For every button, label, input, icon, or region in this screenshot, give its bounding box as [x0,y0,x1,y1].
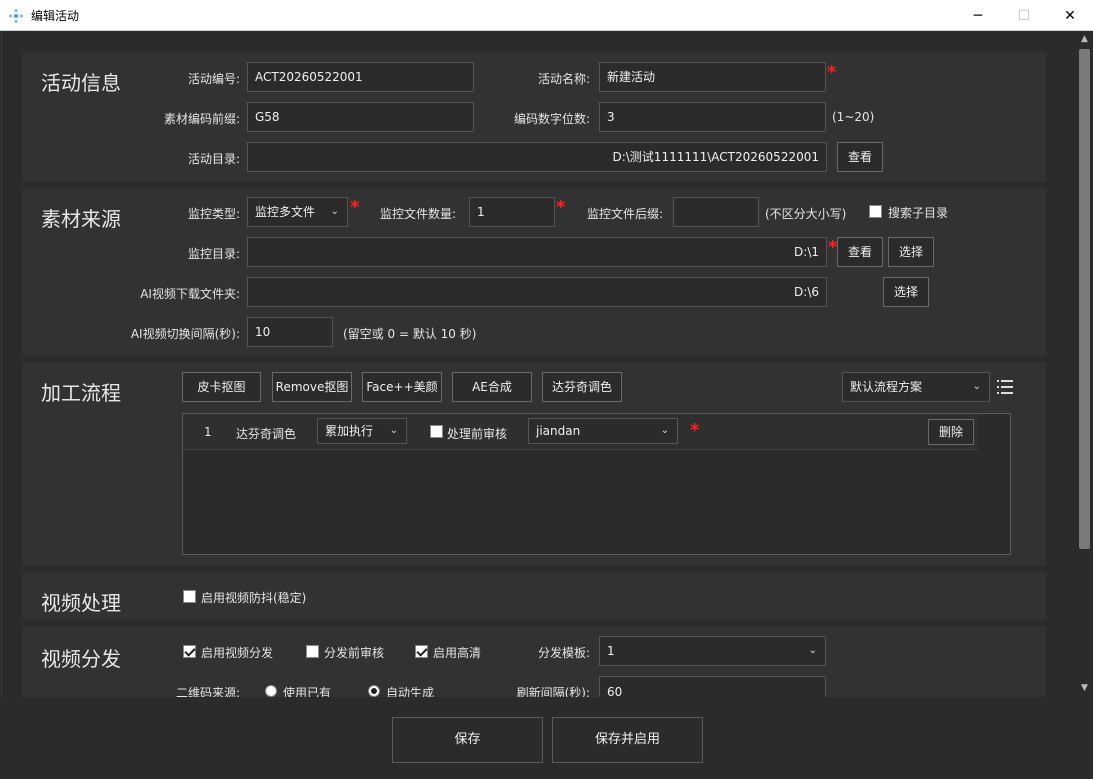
monitor-type-select[interactable]: 监控多文件 ⌄ [247,197,348,227]
window-title: 编辑活动 [31,9,80,23]
maximize-button[interactable]: ☐ [1001,0,1047,31]
save-button[interactable]: 保存 [392,717,543,763]
footer-bar [1,697,1092,778]
refresh-interval-input[interactable]: 60 [599,676,826,697]
save-and-enable-button[interactable]: 保存并启用 [552,717,703,763]
step-mode-value: 累加执行 [325,424,374,438]
section-title-video: 视频处理 [41,591,121,615]
pre-review-label: 分发前审核 [324,646,385,660]
enable-distribute-checkbox[interactable] [183,645,196,658]
step-delete-button[interactable]: 删除 [928,419,974,445]
suffix-label: 监控文件后缀: [586,207,663,221]
pre-review-checkbox[interactable] [306,645,319,658]
process-scheme-value: 默认流程方案 [850,380,923,394]
step-review-label: 处理前审核 [447,427,508,441]
step-name: 达芬奇调色 [236,427,297,441]
step-mode-select[interactable]: 累加执行 ⌄ [317,418,407,444]
process-scheme-select[interactable]: 默认流程方案 ⌄ [842,372,990,402]
step-button-ae[interactable]: AE合成 [452,372,532,402]
qr-auto-radio[interactable] [368,685,380,697]
step-user-value: jiandan [536,424,581,438]
list-menu-icon[interactable] [996,378,1014,396]
enable-hd-checkbox[interactable] [415,645,428,658]
step-index: 1 [204,425,212,439]
title-bar: 编辑活动 ─ ☐ ✕ [0,0,1093,31]
search-subdir-label: 搜索子目录 [888,206,949,220]
activity-code-label: 活动编号: [187,72,240,86]
chevron-down-icon: ⌄ [389,425,398,436]
section-title-process: 加工流程 [41,381,121,405]
scroll-down-icon[interactable]: ▼ [1076,680,1093,697]
digits-label: 编码数字位数: [513,112,590,126]
monitor-count-input[interactable]: 1 [469,197,555,227]
activity-dir-view-button[interactable]: 查看 [837,142,883,172]
scrollbar[interactable]: ▲ ▼ [1076,31,1093,697]
step-button-remove[interactable]: Remove抠图 [272,372,352,402]
chevron-down-icon: ⌄ [808,645,817,656]
enable-hd-label: 启用高清 [433,646,482,660]
template-select[interactable]: 1 ⌄ [599,636,826,666]
monitor-count-label: 监控文件数量: [379,207,456,221]
activity-name-input[interactable]: 新建活动 [599,62,826,92]
process-step-row: 1 达芬奇调色 累加执行 ⌄ 处理前审核 jiandan ⌄ * 删除 [183,414,978,450]
step-review-checkbox[interactable] [430,425,443,438]
suffix-hint: (不区分大小写) [765,207,847,221]
stabilize-label: 启用视频防抖(稳定) [201,591,307,605]
activity-name-label: 活动名称: [537,72,590,86]
monitor-dir-label: 监控目录: [187,247,240,261]
ai-interval-hint: (留空或 0 = 默认 10 秒) [343,327,477,341]
monitor-type-value: 监控多文件 [255,205,316,219]
scroll-up-icon[interactable]: ▲ [1076,31,1093,48]
section-title-activity: 活动信息 [41,71,121,95]
video-section [22,572,1046,620]
required-mark: * [828,237,838,258]
step-button-pika[interactable]: 皮卡抠图 [182,372,261,402]
prefix-label: 素材编码前缀: [163,112,240,126]
monitor-dir-choose-button[interactable]: 选择 [888,237,934,267]
search-subdir-checkbox[interactable] [869,205,882,218]
ai-download-choose-button[interactable]: 选择 [883,277,929,307]
step-button-faceplusplus[interactable]: Face++美颜 [362,372,442,402]
enable-distribute-label: 启用视频分发 [201,646,274,660]
process-step-list: 1 达芬奇调色 累加执行 ⌄ 处理前审核 jiandan ⌄ * 删除 [182,413,1011,555]
suffix-input[interactable] [673,197,759,227]
step-button-davinci[interactable]: 达芬奇调色 [542,372,622,402]
activity-code-input[interactable]: ACT20260522001 [247,62,474,92]
digits-input[interactable]: 3 [599,102,826,132]
close-button[interactable]: ✕ [1047,0,1093,31]
monitor-dir-view-button[interactable]: 查看 [837,237,883,267]
chevron-down-icon: ⌄ [330,206,339,217]
template-value: 1 [607,644,615,658]
section-title-source: 素材来源 [41,207,121,231]
prefix-input[interactable]: G58 [247,102,474,132]
section-title-distribute: 视频分发 [41,647,121,671]
activity-dir-input[interactable]: D:\测试1111111\ACT20260522001 [247,142,827,172]
digits-hint: (1~20) [832,110,875,124]
ai-download-input[interactable]: D:\6 [247,277,827,307]
template-label: 分发模板: [537,646,590,660]
minimize-button[interactable]: ─ [955,0,1001,31]
required-mark: * [827,62,837,83]
required-mark: * [350,197,360,218]
qr-use-existing-radio[interactable] [265,685,277,697]
stabilize-checkbox[interactable] [183,590,196,603]
scroll-thumb[interactable] [1079,49,1090,549]
ai-interval-input[interactable]: 10 [247,317,333,347]
ai-download-label: AI视频下载文件夹: [140,287,240,301]
monitor-type-label: 监控类型: [187,207,240,221]
app-icon [8,8,24,24]
ai-interval-label: AI视频切换间隔(秒): [130,327,240,341]
chevron-down-icon: ⌄ [972,381,981,392]
step-user-select[interactable]: jiandan ⌄ [528,418,678,444]
activity-dir-label: 活动目录: [187,152,240,166]
monitor-dir-input[interactable]: D:\1 [247,237,827,267]
required-mark: * [556,197,566,218]
required-mark: * [690,420,700,441]
chevron-down-icon: ⌄ [660,425,669,436]
